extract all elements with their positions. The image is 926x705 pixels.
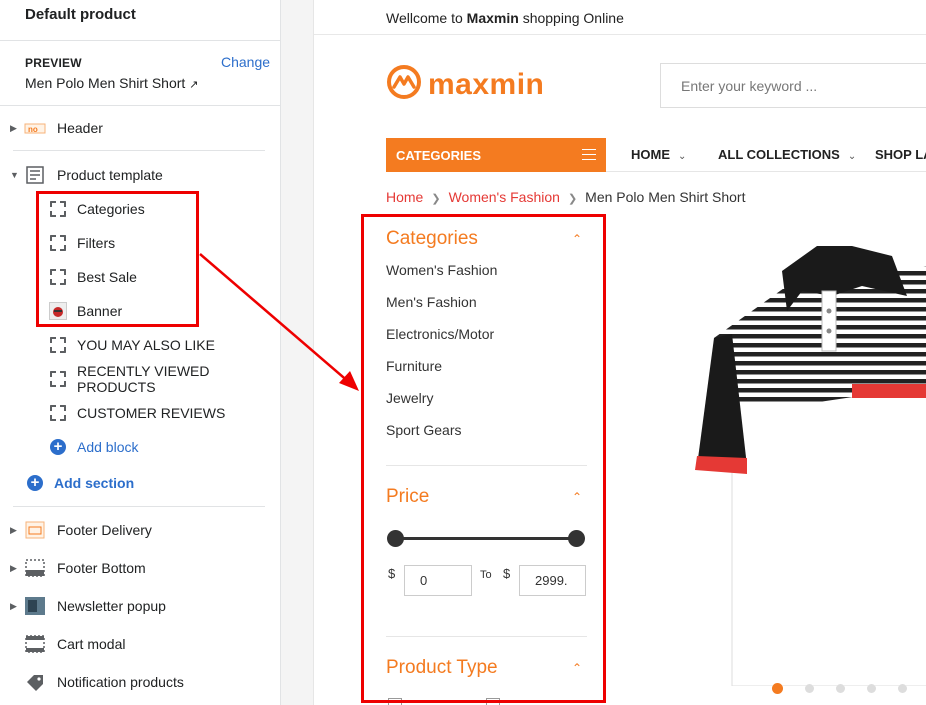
annotation-arrow xyxy=(199,253,359,391)
